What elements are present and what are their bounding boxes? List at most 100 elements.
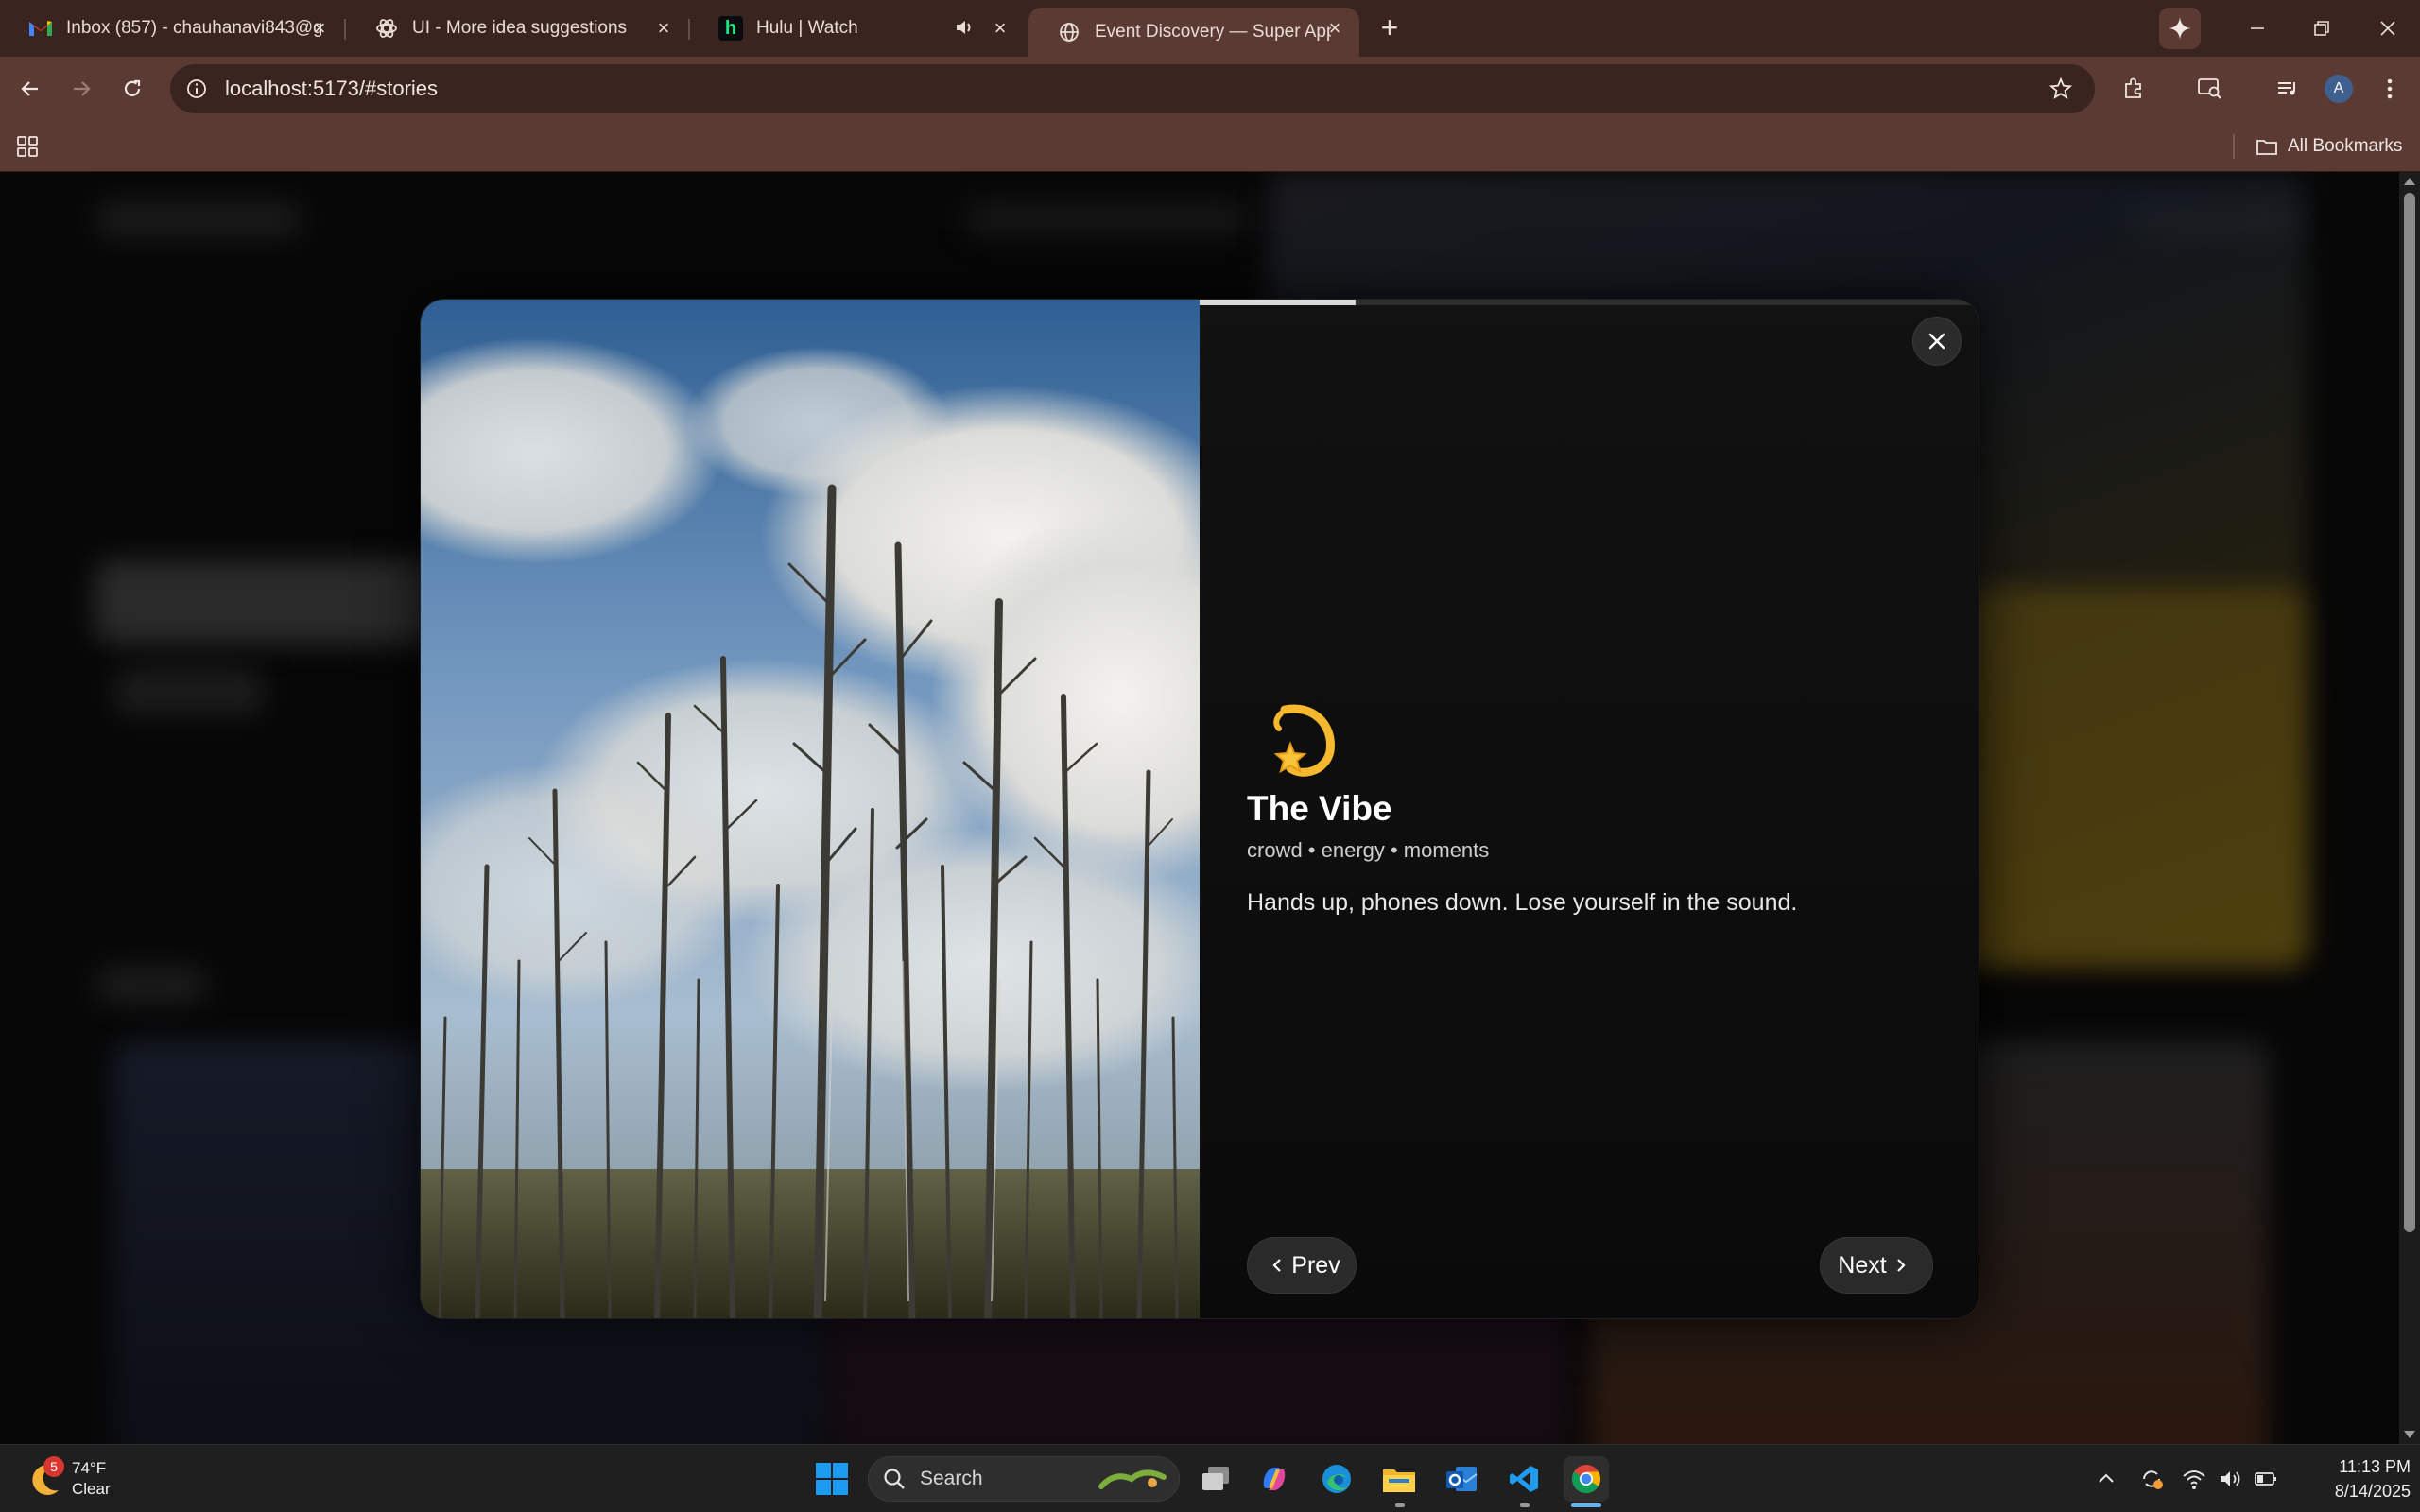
story-tags: crowd • energy • moments (1247, 838, 1490, 862)
reload-icon[interactable] (113, 70, 151, 108)
blurred-accent-block (1966, 588, 2307, 966)
file-explorer-icon[interactable] (1376, 1456, 1422, 1502)
gemini-button[interactable] (2159, 8, 2201, 49)
all-bookmarks-label: All Bookmarks (2288, 136, 2403, 156)
tab-hulu[interactable]: h Hulu | Watch × (690, 8, 1025, 49)
close-tab-icon[interactable]: × (308, 17, 331, 40)
chevron-up-icon[interactable] (2095, 1468, 2118, 1490)
globe-icon (1057, 20, 1081, 44)
bookmark-star-icon[interactable] (2042, 70, 2080, 108)
chevron-right-icon (1896, 1259, 1906, 1272)
minimize-icon[interactable] (2238, 9, 2276, 47)
system-tray (2095, 1456, 2278, 1502)
speaker-icon[interactable] (953, 16, 976, 39)
weather-widget[interactable]: 5 74°F Clear (25, 1452, 111, 1505)
chrome-icon[interactable] (1564, 1456, 1609, 1502)
clock-time: 11:13 PM (2339, 1457, 2411, 1476)
folder-icon (2256, 140, 2277, 155)
forward-icon[interactable] (62, 70, 100, 108)
sparkle-icon (2169, 17, 2191, 40)
blurred-hero-heading (95, 559, 473, 644)
address-bar[interactable]: localhost:5173/#stories (170, 64, 2095, 113)
close-tab-icon[interactable]: × (1323, 17, 1346, 40)
story-progress-bar (1200, 300, 1979, 305)
story-progress-fill (1200, 300, 1357, 305)
bookmarks-separator (2233, 134, 2235, 159)
running-indicator (1520, 1503, 1530, 1507)
weather-temp: 74°F (72, 1459, 107, 1477)
weather-badge: 5 (43, 1456, 64, 1477)
weather-condition: Clear (72, 1480, 111, 1498)
wifi-icon[interactable] (2182, 1468, 2206, 1490)
tab-chatgpt[interactable]: UI - More idea suggestions × (346, 8, 688, 49)
url-text[interactable]: localhost:5173/#stories (225, 77, 438, 101)
tab-title: UI - More idea suggestions (412, 18, 628, 38)
clock-date: 8/14/2025 (2334, 1482, 2411, 1501)
search-label: Search (920, 1468, 983, 1489)
sync-icon[interactable] (2138, 1466, 2165, 1492)
windows-start-icon[interactable] (809, 1456, 855, 1502)
scroll-up-icon[interactable] (2404, 178, 2415, 185)
battery-icon[interactable] (2254, 1468, 2278, 1490)
story-title: The Vibe (1247, 789, 1392, 828)
tab-title: Event Discovery — Super App (1095, 22, 1331, 42)
chevron-left-icon (1272, 1259, 1282, 1272)
browser-toolbar: localhost:5173/#stories A (0, 57, 2420, 121)
next-story-button[interactable]: Next (1820, 1237, 1933, 1294)
extensions-icon[interactable] (2116, 70, 2153, 108)
bookmarks-bar: All Bookmarks (0, 121, 2420, 172)
windows-taskbar: 5 74°F Clear Search 11:13 PM 8/14/2025 (0, 1444, 2420, 1512)
outlook-icon[interactable] (1439, 1456, 1484, 1502)
tab-title: Hulu | Watch (756, 18, 858, 38)
story-caption: Hands up, phones down. Lose yourself in … (1247, 889, 1798, 916)
blurred-hero-button (113, 668, 265, 715)
dizzy-star-icon (1273, 704, 1335, 777)
hulu-icon: h (718, 16, 743, 41)
restore-icon[interactable] (2303, 9, 2341, 47)
scroll-thumb[interactable] (2404, 193, 2415, 1232)
moon-icon: 5 (25, 1456, 66, 1500)
all-bookmarks-button[interactable]: All Bookmarks (2256, 132, 2402, 161)
blurred-logo (95, 200, 302, 238)
copilot-icon[interactable] (1252, 1456, 1297, 1502)
apps-grid-icon[interactable] (13, 132, 42, 161)
next-label: Next (1838, 1251, 1887, 1279)
close-window-icon[interactable] (2369, 9, 2407, 47)
system-clock[interactable]: 11:13 PM 8/14/2025 (2307, 1454, 2411, 1503)
page-scrollbar[interactable] (2399, 172, 2420, 1444)
profile-avatar[interactable]: A (2320, 70, 2358, 108)
search-icon (884, 1469, 905, 1489)
blurred-section-title (95, 966, 208, 1004)
vscode-icon[interactable] (1501, 1456, 1547, 1502)
close-story-button[interactable] (1912, 317, 1962, 366)
taskbar-search[interactable]: Search (868, 1456, 1180, 1502)
search-highlight-icon (1098, 1469, 1167, 1489)
back-icon[interactable] (11, 70, 49, 108)
avatar: A (2325, 75, 2353, 103)
volume-icon[interactable] (2218, 1468, 2242, 1490)
close-tab-icon[interactable]: × (652, 17, 675, 40)
chatgpt-icon (374, 16, 399, 41)
media-controls-icon[interactable] (2269, 70, 2307, 108)
prev-story-button[interactable]: Prev (1247, 1237, 1357, 1294)
running-indicator (1395, 1503, 1405, 1507)
lens-search-icon[interactable] (2191, 70, 2229, 108)
close-tab-icon[interactable]: × (989, 17, 1011, 40)
task-view-icon[interactable] (1193, 1456, 1238, 1502)
new-tab-button[interactable]: + (1373, 11, 1407, 45)
prev-label: Prev (1291, 1251, 1340, 1279)
story-viewer-modal: The Vibe crowd • energy • moments Hands … (420, 299, 1979, 1319)
more-menu-icon[interactable] (2371, 70, 2409, 108)
scroll-down-icon[interactable] (2404, 1431, 2415, 1438)
browser-titlebar: Inbox (857) - chauhanavi843@g × UI - Mor… (0, 0, 2420, 57)
tab-title: Inbox (857) - chauhanavi843@g (66, 18, 321, 38)
blurred-nav (964, 200, 1248, 238)
close-icon (1928, 333, 1945, 350)
tab-event-discovery[interactable]: Event Discovery — Super App × (1028, 8, 1359, 57)
edge-icon[interactable] (1314, 1456, 1359, 1502)
story-image (421, 300, 1200, 1318)
active-indicator (1571, 1503, 1601, 1507)
site-info-icon[interactable] (183, 76, 210, 102)
gmail-icon (28, 16, 53, 41)
tab-gmail[interactable]: Inbox (857) - chauhanavi843@g × (0, 8, 344, 49)
